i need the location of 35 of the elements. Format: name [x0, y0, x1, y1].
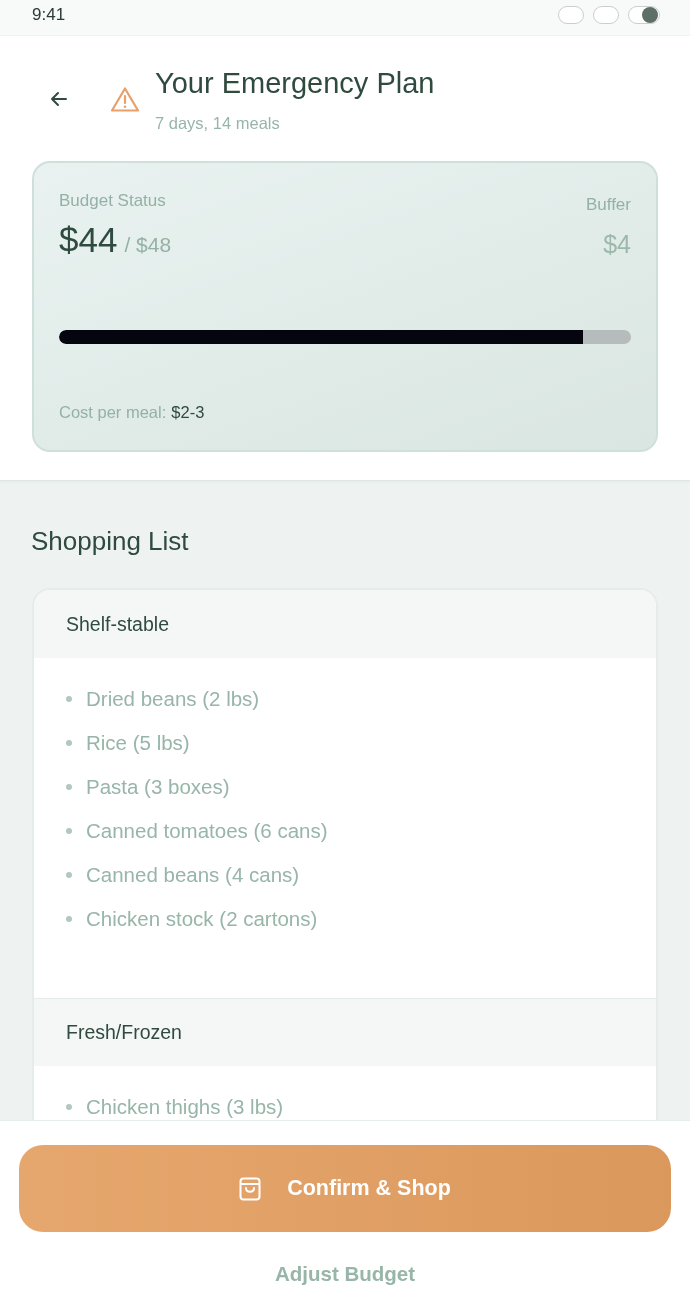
- budget-label: Budget Status: [59, 190, 167, 212]
- warning-triangle-icon: [110, 85, 140, 113]
- adjust-budget-button[interactable]: Adjust Budget: [274, 1262, 416, 1286]
- budget-spent: $44: [59, 220, 118, 260]
- budget-total: / $48: [124, 232, 172, 258]
- page-subtitle: 7 days, 14 meals: [155, 113, 281, 134]
- list-item: Chicken thighs (3 lbs): [86, 1095, 284, 1119]
- confirm-shop-button[interactable]: Confirm & Shop: [19, 1145, 671, 1232]
- section-title: Shopping List: [31, 525, 190, 557]
- status-time: 9:41: [32, 4, 66, 25]
- bullet-icon: [66, 872, 72, 878]
- category-header: Shelf-stable: [34, 590, 656, 658]
- list-item: Dried beans (2 lbs): [86, 687, 260, 711]
- cost-per-meal-label: Cost per meal:: [59, 402, 167, 423]
- cost-per-meal-value: $2-3: [171, 402, 205, 423]
- page-title: Your Emergency Plan: [155, 66, 435, 101]
- pill-outline-icon: [558, 5, 584, 24]
- list-item: Canned beans (4 cans): [86, 863, 300, 887]
- back-arrow-icon: [49, 89, 69, 109]
- bullet-icon: [66, 828, 72, 834]
- buffer-amount: $4: [603, 229, 631, 260]
- shopping-bag-icon: [239, 1176, 262, 1201]
- bullet-icon: [66, 916, 72, 922]
- bullet-icon: [66, 1104, 72, 1110]
- list-item: Pasta (3 boxes): [86, 775, 230, 799]
- toggle-knob-icon: [628, 5, 660, 24]
- pill-outline-icon: [593, 5, 619, 24]
- list-item: Canned tomatoes (6 cans): [86, 819, 328, 843]
- bullet-icon: [66, 696, 72, 702]
- list-item: Rice (5 lbs): [86, 731, 190, 755]
- bullet-icon: [66, 784, 72, 790]
- list-item: Chicken stock (2 cartons): [86, 907, 318, 931]
- bullet-icon: [66, 740, 72, 746]
- category-header: Fresh/Frozen: [34, 998, 656, 1066]
- buffer-label: Buffer: [585, 194, 631, 216]
